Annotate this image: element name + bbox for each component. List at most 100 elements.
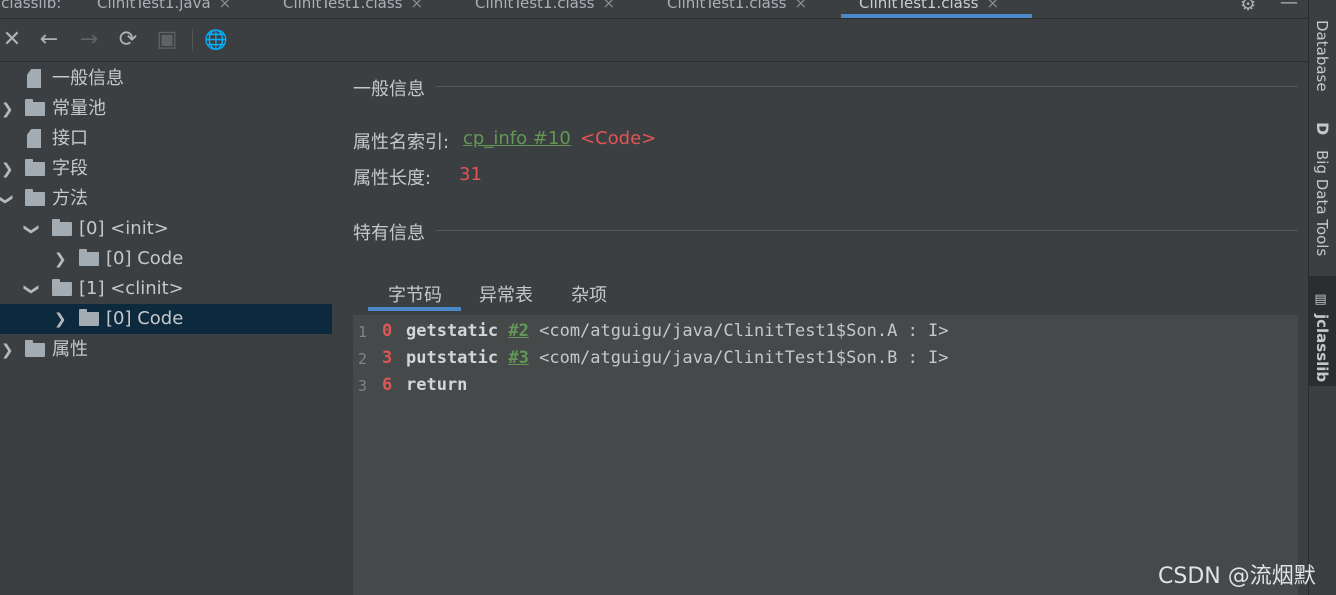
line-number: 1	[358, 323, 368, 341]
chevron-right-icon[interactable]: ❯	[1, 154, 14, 184]
tree-item-label: 字段	[52, 158, 88, 179]
tree-item-attributes[interactable]: ❯ 属性	[0, 335, 332, 365]
constant-pool-ref-link[interactable]: #3	[508, 348, 528, 368]
tool-window-big-data-tools[interactable]: Big Data Tools	[1313, 150, 1331, 256]
tab-clinittest1-class-2[interactable]: ClinitTest1.class ×	[475, 0, 615, 16]
tab-clinittest1-class-1[interactable]: ClinitTest1.class ×	[283, 0, 423, 16]
save-icon[interactable]: ▣	[155, 28, 179, 52]
active-subtab-indicator	[368, 307, 461, 311]
tab-label: ClinitTest1.java	[97, 0, 211, 12]
attr-name-index-label: 属性名索引:	[353, 132, 450, 153]
close-icon[interactable]: ✕	[0, 28, 24, 52]
active-tab-indicator	[841, 14, 1032, 18]
tree-item-interfaces[interactable]: 接口	[0, 124, 332, 154]
chevron-down-icon[interactable]: ❯	[17, 223, 47, 236]
bytecode-offset: 6	[382, 375, 393, 395]
right-tool-strip: Database D Big Data Tools ▤ jclasslib	[1308, 0, 1336, 595]
tree-item-label: [1] <clinit>	[79, 278, 184, 299]
bytecode-offset: 0	[382, 321, 393, 341]
watermark: CSDN @流烟默	[1158, 564, 1316, 589]
folder-icon	[79, 309, 99, 326]
file-icon	[27, 129, 41, 148]
tab-exception-table[interactable]: 异常表	[479, 281, 533, 307]
chevron-right-icon[interactable]: ❯	[1, 94, 14, 124]
forward-arrow-icon[interactable]: →	[77, 28, 101, 52]
tab-label: ClinitTest1.class	[667, 0, 787, 12]
file-icon	[27, 69, 41, 88]
close-icon[interactable]: ×	[410, 0, 423, 12]
general-info-heading: 一般信息	[353, 79, 425, 100]
refresh-icon[interactable]: ⟳	[116, 28, 140, 52]
attr-name-value: <Code>	[580, 128, 657, 149]
close-icon[interactable]: ×	[602, 0, 615, 12]
tree-item-label: 接口	[52, 128, 88, 149]
tree-item-label: [0] Code	[106, 248, 184, 269]
tree-item-fields[interactable]: ❯ 字段	[0, 154, 332, 184]
tab-label: jclasslib:	[0, 0, 62, 12]
line-number: 2	[358, 350, 368, 368]
tab-clinittest1-class-3[interactable]: ClinitTest1.class ×	[667, 0, 807, 16]
attr-length-label: 属性长度:	[353, 168, 432, 189]
class-structure-tree: 一般信息 ❯ 常量池 接口 ❯ 字段 ❯ 方法 ❯ [0] <init> ❯ […	[0, 62, 332, 595]
specific-info-heading: 特有信息	[353, 223, 425, 244]
cp-info-link[interactable]: cp_info #10	[463, 128, 571, 149]
bytecode-offset: 3	[382, 348, 393, 368]
folder-icon	[25, 159, 45, 176]
attr-length-value: 31	[459, 164, 482, 185]
gear-icon[interactable]: ⚙	[1240, 0, 1256, 15]
tree-item-method-clinit[interactable]: ❯ [1] <clinit>	[0, 274, 332, 304]
close-icon[interactable]: ×	[986, 0, 999, 12]
chevron-right-icon[interactable]: ❯	[54, 244, 67, 274]
toolbar: ✕ ← → ⟳ ▣ 🌐	[0, 19, 1308, 62]
tree-item-method-init[interactable]: ❯ [0] <init>	[0, 214, 332, 244]
ref-comment: <com/atguigu/java/ClinitTest1$Son.A : I>	[539, 321, 949, 341]
tab-jclasslib[interactable]: jclasslib:	[0, 0, 61, 16]
section-divider	[436, 86, 1298, 87]
bytecode-instruction: putstatic #3 <com/atguigu/java/ClinitTes…	[406, 348, 949, 368]
tree-item-general[interactable]: 一般信息	[0, 64, 332, 94]
tree-item-label: 属性	[52, 339, 88, 360]
tab-label: ClinitTest1.class	[283, 0, 403, 12]
tab-misc[interactable]: 杂项	[571, 281, 607, 307]
folder-icon	[79, 249, 99, 266]
folder-icon	[25, 340, 45, 357]
tool-window-database[interactable]: Database	[1313, 20, 1331, 92]
bigdata-icon: D	[1313, 122, 1332, 136]
bytecode-instruction: getstatic #2 <com/atguigu/java/ClinitTes…	[406, 321, 949, 341]
chevron-right-icon[interactable]: ❯	[1, 335, 14, 365]
tool-window-jclasslib[interactable]: jclasslib	[1313, 314, 1331, 382]
chevron-down-icon[interactable]: ❯	[17, 283, 47, 296]
tree-item-label: [0] <init>	[79, 218, 169, 239]
globe-icon[interactable]: 🌐	[204, 28, 228, 52]
minimize-icon[interactable]: —	[1280, 0, 1298, 13]
tree-item-init-code[interactable]: ❯ [0] Code	[0, 244, 332, 274]
tab-clinittest1-java[interactable]: ClinitTest1.java ×	[97, 0, 231, 16]
toolbar-divider	[192, 29, 193, 51]
tree-item-label: 一般信息	[52, 68, 124, 89]
folder-icon	[52, 219, 72, 236]
section-divider	[436, 230, 1298, 231]
tree-item-clinit-code-selected[interactable]: ❯ [0] Code	[0, 304, 332, 334]
folder-icon	[52, 279, 72, 296]
bytecode-view[interactable]: 1 0 getstatic #2 <com/atguigu/java/Clini…	[353, 315, 1298, 595]
close-icon[interactable]: ×	[794, 0, 807, 12]
line-number: 3	[358, 377, 368, 395]
bytecode-instruction: return	[406, 375, 467, 395]
tree-item-label: 常量池	[52, 98, 106, 119]
constant-pool-ref-link[interactable]: #2	[508, 321, 528, 341]
tab-label: ClinitTest1.class	[859, 0, 979, 12]
close-icon[interactable]: ×	[219, 0, 232, 12]
chevron-down-icon[interactable]: ❯	[0, 193, 21, 206]
back-arrow-icon[interactable]: ←	[37, 28, 61, 52]
folder-icon	[25, 189, 45, 206]
editor-tab-bar: jclasslib: ClinitTest1.java × ClinitTest1…	[0, 0, 1308, 19]
tree-item-methods[interactable]: ❯ 方法	[0, 184, 332, 214]
ref-comment: <com/atguigu/java/ClinitTest1$Son.B : I>	[539, 348, 949, 368]
chevron-right-icon[interactable]: ❯	[54, 304, 67, 334]
folder-icon	[25, 99, 45, 116]
tab-label: ClinitTest1.class	[475, 0, 595, 12]
tab-bytecode[interactable]: 字节码	[388, 281, 442, 307]
tree-item-constant-pool[interactable]: ❯ 常量池	[0, 94, 332, 124]
tree-item-label: 方法	[52, 188, 88, 209]
tree-item-label: [0] Code	[106, 308, 184, 329]
